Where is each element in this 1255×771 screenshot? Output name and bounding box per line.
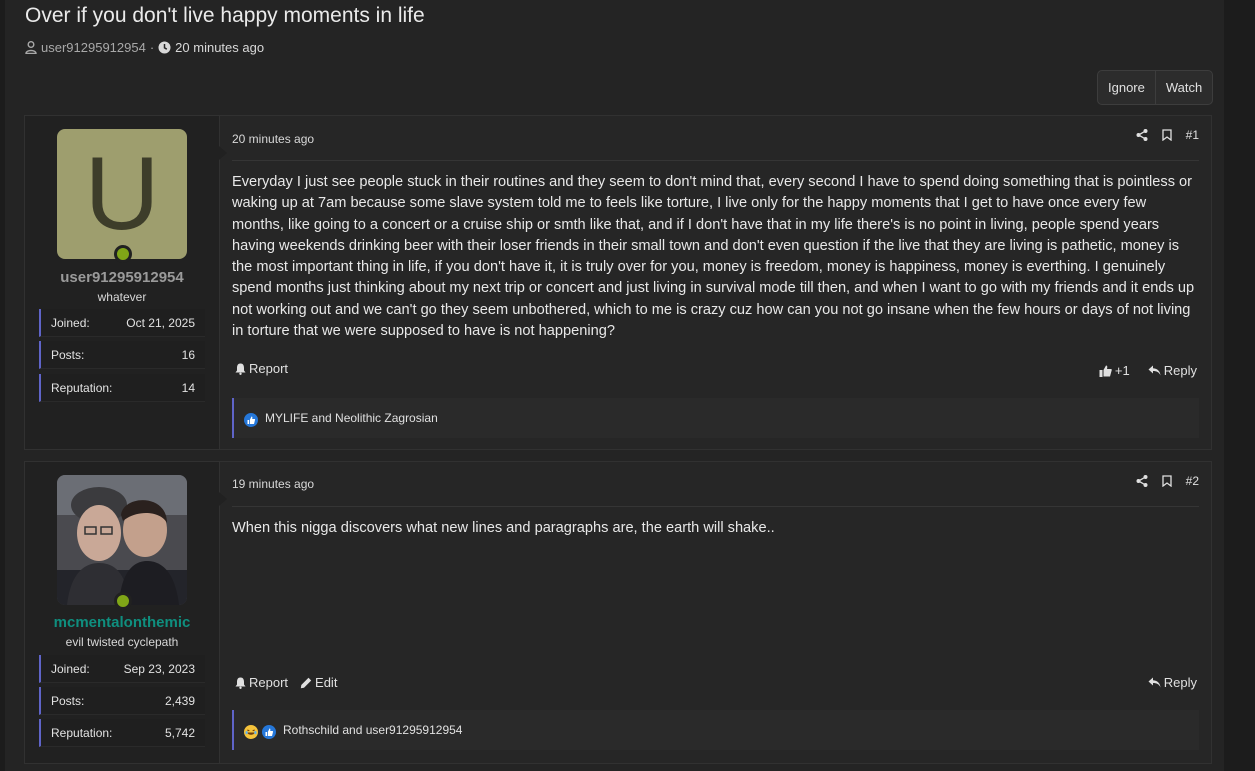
avatar[interactable]: U (57, 129, 187, 259)
post-date[interactable]: 19 minutes ago (232, 477, 314, 491)
message-cell: 20 minutes ago #1 Everyday I just see pe… (232, 116, 1199, 449)
stat-value: 2,439 (164, 693, 195, 708)
thread-time[interactable]: 20 minutes ago (175, 40, 264, 55)
ignore-button[interactable]: Ignore (1098, 71, 1155, 104)
post-1: U user91295912954 whatever Joined: Oct 2… (24, 115, 1212, 450)
divider (232, 160, 1199, 161)
stat-value: 16 (181, 347, 195, 362)
like-reaction-icon (262, 725, 276, 739)
page-title: Over if you don't live happy moments in … (25, 4, 425, 27)
reactions-bar[interactable]: Rothschild and user91295912954 (232, 710, 1199, 750)
avatar[interactable] (57, 475, 187, 605)
clock-icon (158, 41, 171, 54)
post-footer-left: Report Edit (235, 675, 337, 690)
username[interactable]: mcmentalonthemic (25, 614, 219, 631)
stat-value: 5,742 (164, 725, 195, 740)
post-body: When this nigga discovers what new lines… (232, 520, 775, 536)
user-title: whatever (97, 290, 147, 304)
thread-action-buttons: Ignore Watch (1097, 70, 1214, 105)
post-footer-right: +1 Reply (1099, 363, 1197, 378)
stat-label: Reputation: (51, 725, 113, 740)
reactions-bar[interactable]: MYLIFE and Neolithic Zagrosian (232, 398, 1199, 438)
online-indicator (114, 592, 132, 610)
pencil-icon (300, 677, 312, 688)
stat-value: Oct 21, 2025 (126, 315, 195, 330)
edit-label: Edit (315, 675, 338, 690)
reaction-users[interactable]: Rothschild and user91295912954 (283, 723, 462, 737)
stat-label: Reputation: (51, 380, 113, 395)
like-reaction-icon (244, 413, 258, 427)
divider (232, 506, 1199, 507)
watch-button[interactable]: Watch (1154, 71, 1212, 104)
report-label: Report (249, 361, 289, 376)
thread-author-link[interactable]: user91295912954 (41, 40, 146, 55)
stat-joined: Joined: Oct 21, 2025 (39, 309, 205, 337)
stat-label: Posts: (51, 347, 85, 362)
reply-button[interactable]: Reply (1148, 363, 1197, 378)
reply-button[interactable]: Reply (1148, 675, 1197, 690)
like-button[interactable]: +1 (1099, 363, 1130, 378)
laugh-reaction-icon (244, 725, 258, 739)
user-cell: U user91295912954 whatever Joined: Oct 2… (25, 116, 220, 449)
like-count: +1 (1114, 363, 1130, 378)
report-button[interactable]: Report (235, 675, 288, 690)
meta-separator: · (149, 40, 155, 55)
post-date[interactable]: 20 minutes ago (232, 132, 314, 146)
stat-label: Posts: (51, 693, 85, 708)
user-cell: mcmentalonthemic evil twisted cyclepath … (25, 462, 220, 763)
online-indicator (114, 245, 132, 263)
stat-label: Joined: (51, 315, 90, 330)
stat-joined: Joined: Sep 23, 2023 (39, 655, 205, 683)
username[interactable]: user91295912954 (25, 269, 219, 286)
stat-reputation: Reputation: 5,742 (39, 719, 205, 747)
post-arrow (219, 146, 227, 160)
post-actions: #1 (1136, 128, 1199, 142)
bell-icon (235, 363, 246, 375)
post-footer-right: Reply (1148, 675, 1197, 690)
share-icon[interactable] (1136, 129, 1148, 141)
message-cell: 19 minutes ago #2 When this nigga discov… (232, 462, 1199, 763)
stat-label: Joined: (51, 661, 90, 676)
user-title: evil twisted cyclepath (65, 635, 179, 649)
reply-icon (1148, 365, 1161, 376)
bell-icon (235, 677, 246, 689)
bookmark-icon[interactable] (1161, 475, 1172, 487)
user-icon (25, 41, 37, 54)
reply-icon (1148, 677, 1161, 688)
share-icon[interactable] (1136, 475, 1148, 487)
stat-value: 14 (181, 380, 195, 395)
stat-reputation: Reputation: 14 (39, 374, 205, 402)
post-number[interactable]: #1 (1186, 128, 1199, 142)
post-body: Everyday I just see people stuck in thei… (232, 174, 1195, 340)
bookmark-icon[interactable] (1161, 129, 1172, 141)
post-arrow (219, 492, 227, 506)
scrollbar[interactable] (1224, 0, 1255, 771)
thread-page: Over if you don't live happy moments in … (5, 0, 1224, 771)
reply-label: Reply (1163, 675, 1197, 690)
report-label: Report (249, 675, 289, 690)
post-actions: #2 (1136, 474, 1199, 488)
edit-button[interactable]: Edit (300, 675, 337, 690)
stat-posts: Posts: 2,439 (39, 687, 205, 715)
post-2: mcmentalonthemic evil twisted cyclepath … (24, 461, 1212, 764)
post-footer-left: Report (235, 361, 288, 376)
stat-posts: Posts: 16 (39, 341, 205, 369)
reply-label: Reply (1163, 363, 1197, 378)
report-button[interactable]: Report (235, 361, 288, 376)
post-number[interactable]: #2 (1186, 474, 1199, 488)
thread-meta: user91295912954 · 20 minutes ago (25, 40, 264, 55)
stat-value: Sep 23, 2023 (123, 661, 195, 676)
thumbs-up-icon (1099, 365, 1112, 377)
reaction-users[interactable]: MYLIFE and Neolithic Zagrosian (265, 411, 438, 425)
